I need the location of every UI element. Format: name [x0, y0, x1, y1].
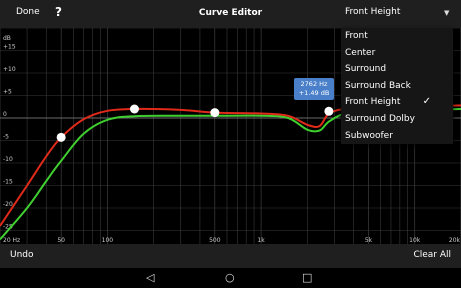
menu-item-label: Front: [345, 31, 368, 41]
y-tick-label: -10: [3, 156, 13, 163]
control-point-handle[interactable]: [324, 106, 334, 116]
menu-item-surround[interactable]: Surround: [341, 62, 453, 78]
x-tick-label: 1k: [257, 237, 265, 244]
y-tick-label: 0: [3, 111, 7, 118]
menu-item-label: Subwoofer: [345, 130, 393, 141]
menu-item-front-height[interactable]: Front Height ✓: [341, 95, 453, 111]
chevron-down-icon[interactable]: ▼: [444, 9, 449, 17]
menu-item-label: Surround: [345, 64, 387, 75]
menu-item-label: Surround Back: [345, 80, 411, 91]
menu-item-surround-back[interactable]: Surround Back: [341, 79, 453, 95]
y-tick-label: +10: [3, 66, 16, 73]
y-tick-label: +5: [3, 89, 12, 96]
tooltip-frequency: 2762 Hz: [300, 80, 328, 88]
menu-item-label: Front Height: [345, 97, 401, 108]
preset-menu: Front Center Surround Surround Back Front He…: [341, 28, 453, 144]
x-tick-label: 20k: [449, 237, 461, 244]
home-icon[interactable]: ○: [225, 271, 235, 284]
system-nav-bar: ◁ ○ □: [0, 268, 461, 288]
menu-item-label: Surround Dolby: [345, 114, 415, 124]
preset-dropdown[interactable]: Front Height: [345, 7, 400, 17]
top-toolbar: Done ? Curve Editor Front Height ▼: [0, 0, 461, 28]
y-tick-label: -15: [3, 179, 13, 186]
y-tick-label: -20: [3, 201, 13, 208]
y-tick-label: +15: [3, 44, 16, 51]
checkmark-icon: ✓: [422, 96, 431, 108]
clear-all-button[interactable]: Clear All: [413, 250, 451, 260]
x-tick-label: 10k: [409, 237, 421, 244]
x-tick-label: 500: [209, 237, 221, 244]
point-tooltip: 2762 Hz +1.49 dB: [294, 78, 334, 100]
bottom-toolbar: Undo Clear All: [0, 244, 461, 268]
menu-item-subwoofer[interactable]: Subwoofer: [341, 129, 453, 145]
y-unit-label: dB: [3, 35, 11, 42]
control-point-handle[interactable]: [129, 104, 139, 114]
x-tick-label: 20 Hz: [3, 237, 20, 244]
back-icon[interactable]: ◁: [146, 271, 154, 284]
menu-item-label: Center: [345, 47, 376, 58]
control-point-handle[interactable]: [56, 132, 66, 142]
y-tick-label: -5: [3, 134, 9, 141]
x-tick-label: 100: [102, 237, 114, 244]
x-tick-label: 50: [57, 237, 65, 244]
undo-button[interactable]: Undo: [10, 250, 34, 260]
menu-item-surround-dolby[interactable]: Surround Dolby: [341, 112, 453, 128]
control-point-handle[interactable]: [210, 108, 220, 118]
x-tick-label: 5k: [365, 237, 373, 244]
menu-item-front[interactable]: Front: [341, 29, 453, 45]
recents-icon[interactable]: □: [302, 271, 312, 284]
tooltip-gain: +1.49 dB: [298, 89, 330, 97]
menu-item-center[interactable]: Center: [341, 46, 453, 62]
